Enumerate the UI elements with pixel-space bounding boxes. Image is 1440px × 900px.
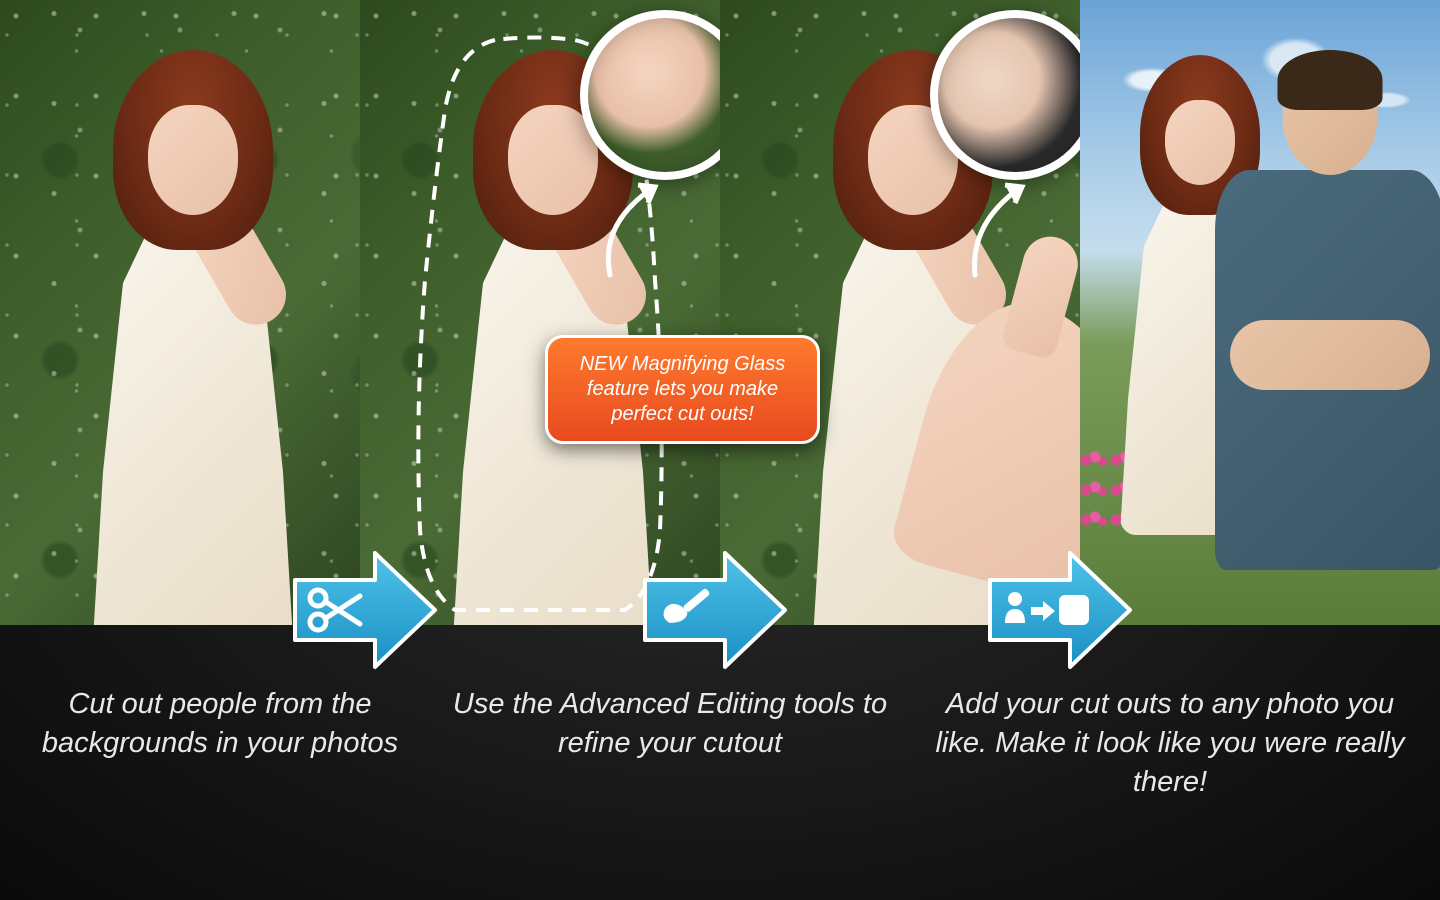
step-caption: Add your cut outs to any photo you like.… (910, 685, 1430, 802)
panel-original-photo (0, 0, 360, 625)
promo-panels (0, 0, 1440, 625)
step-caption: Cut out people from the backgrounds in y… (10, 685, 430, 802)
panel-cutout-lasso (360, 0, 720, 625)
man-figure (1200, 60, 1440, 625)
step-arrow-scissors-icon (290, 545, 440, 675)
step-arrow-composite-icon (985, 545, 1135, 675)
step-caption: Use the Advanced Editing tools to refine… (430, 685, 910, 802)
panel-composite-result (1080, 0, 1440, 625)
step-arrow-brush-icon (640, 545, 790, 675)
step-captions-row: Cut out people from the backgrounds in y… (0, 685, 1440, 802)
callout-text: NEW Magnifying Glass feature lets you ma… (580, 353, 786, 425)
woman-figure (63, 50, 323, 625)
panel-refine-edge (720, 0, 1080, 625)
feature-callout: NEW Magnifying Glass feature lets you ma… (545, 335, 820, 444)
curved-arrow-icon (590, 175, 680, 285)
